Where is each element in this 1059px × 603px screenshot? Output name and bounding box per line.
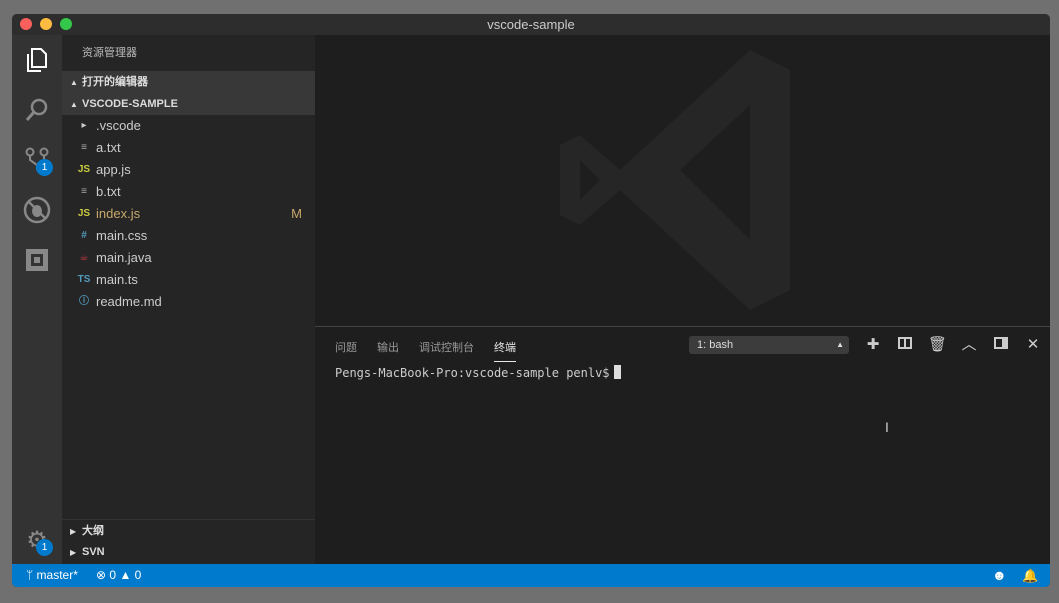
file-name: .vscode (96, 118, 141, 133)
svn-section[interactable]: ▶ SVN (62, 541, 315, 563)
window-title: vscode-sample (487, 17, 575, 32)
warning-count: 0 (134, 568, 142, 582)
file-item[interactable]: ☕ main.java (62, 247, 315, 269)
title-bar: vscode-sample (12, 14, 1050, 35)
md-file-icon: ⓘ (79, 296, 89, 307)
error-count: 0 (109, 568, 117, 582)
warning-icon: ▲ (119, 568, 132, 582)
close-panel-icon[interactable]: ✕ (1024, 336, 1042, 354)
file-item[interactable]: # main.css (62, 225, 315, 247)
explorer-sidebar: 资源管理器 ▲ 打开的编辑器 ▲ VSCODE-SAMPLE ▸ .vscode ≡ a.… (62, 35, 315, 564)
terminal-select[interactable]: 1: bash ▲ (689, 336, 849, 354)
file-item[interactable]: JS index.js M (62, 203, 315, 225)
branch-status[interactable]: ᛘ master* (26, 564, 78, 587)
file-name: readme.md (96, 294, 162, 309)
section-label: 打开的编辑器 (82, 76, 148, 88)
text-cursor-icon: I (885, 419, 889, 435)
section-label: VSCODE-SAMPLE (82, 98, 178, 110)
maximize-panel-chevron-up-icon[interactable]: ︿ (960, 336, 978, 354)
minimize-window-button[interactable] (40, 18, 52, 30)
source-control-icon[interactable]: 1 (22, 145, 53, 176)
outline-section[interactable]: ▶ 大纲 (62, 519, 315, 541)
file-tree: ▸ .vscode ≡ a.txt JS app.js ≡ b.txt JS index.js M #… (62, 115, 315, 313)
tab-debug-console[interactable]: 调试控制台 (419, 339, 474, 355)
close-window-button[interactable] (20, 18, 32, 30)
tab-output[interactable]: 输出 (377, 339, 399, 355)
git-status-badge: M (291, 206, 302, 221)
error-icon: ⊗ (96, 568, 107, 582)
file-name: a.txt (96, 140, 121, 155)
file-name: index.js (96, 206, 141, 221)
status-bar: ᛘ master* ⊗ 0 ▲ 0 ☻ 🔔 (12, 564, 1050, 587)
sidebar-title: 资源管理器 (82, 47, 137, 59)
vscode-window: vscode-sample 1 ⚙ 1 资源管理器 ▲ 打开的编辑器 ▲ VSCOD… (12, 14, 1050, 587)
file-item[interactable]: ⓘ readme.md (62, 291, 315, 313)
file-name: main.css (96, 228, 148, 243)
terminal-select-value: 1: bash (697, 339, 734, 351)
extensions-icon[interactable] (22, 245, 52, 275)
file-item[interactable]: ▸ .vscode (62, 115, 315, 137)
file-item[interactable]: ≡ a.txt (62, 137, 315, 159)
section-label: 大纲 (82, 525, 104, 537)
explorer-icon[interactable] (22, 45, 52, 75)
terminal-cursor (613, 365, 621, 379)
scm-badge: 1 (36, 159, 53, 176)
problems-status[interactable]: ⊗ 0 ▲ 0 (96, 564, 141, 587)
file-name: main.ts (96, 272, 138, 287)
terminal-output[interactable]: Pengs-MacBook-Pro:vscode-sample penlv$ (335, 365, 621, 380)
branch-name: master* (36, 568, 78, 582)
select-arrows-icon: ▲ (836, 340, 844, 349)
settings-badge: 1 (36, 539, 53, 556)
js-file-icon: JS (77, 164, 91, 175)
file-item[interactable]: TS main.ts (62, 269, 315, 291)
file-item[interactable]: JS app.js (62, 159, 315, 181)
activity-bar: 1 ⚙ 1 (12, 35, 62, 564)
java-file-icon: ☕ (79, 252, 89, 263)
css-file-icon: # (81, 230, 87, 241)
js-file-icon: JS (77, 208, 91, 219)
txt-file-icon: ≡ (81, 186, 87, 197)
vscode-logo-watermark-icon (560, 50, 790, 310)
file-name: main.java (96, 250, 152, 265)
git-branch-icon: ᛘ (26, 568, 34, 582)
open-editors-section[interactable]: ▲ 打开的编辑器 (62, 71, 315, 93)
section-label: SVN (82, 546, 105, 558)
toggle-panel-position-icon[interactable] (992, 336, 1010, 354)
notifications-bell-icon[interactable]: 🔔 (1022, 564, 1038, 587)
ts-file-icon: TS (77, 274, 91, 285)
feedback-smiley-icon[interactable]: ☻ (992, 564, 1007, 587)
maximize-window-button[interactable] (60, 18, 72, 30)
terminal-panel: 问题 输出 调试控制台 终端 1: bash ▲ ✚ 🗑 ︿ ✕ Pengs-Ma… (315, 326, 1050, 564)
txt-file-icon: ≡ (81, 142, 87, 153)
file-name: b.txt (96, 184, 121, 199)
editor-area (315, 35, 1050, 326)
debug-icon[interactable] (22, 195, 52, 225)
search-icon[interactable] (22, 95, 52, 125)
tab-problems[interactable]: 问题 (335, 339, 357, 355)
folder-file-icon: ▸ (81, 120, 87, 131)
split-terminal-icon[interactable] (896, 336, 914, 354)
trash-icon[interactable]: 🗑 (928, 336, 947, 354)
terminal-prompt: Pengs-MacBook-Pro:vscode-sample penlv$ (335, 366, 610, 380)
tab-terminal[interactable]: 终端 (494, 339, 516, 362)
project-section[interactable]: ▲ VSCODE-SAMPLE (62, 93, 315, 115)
new-terminal-icon[interactable]: ✚ (864, 336, 882, 354)
file-item[interactable]: ≡ b.txt (62, 181, 315, 203)
file-name: app.js (96, 162, 131, 177)
settings-gear-icon[interactable]: ⚙ 1 (22, 525, 53, 556)
